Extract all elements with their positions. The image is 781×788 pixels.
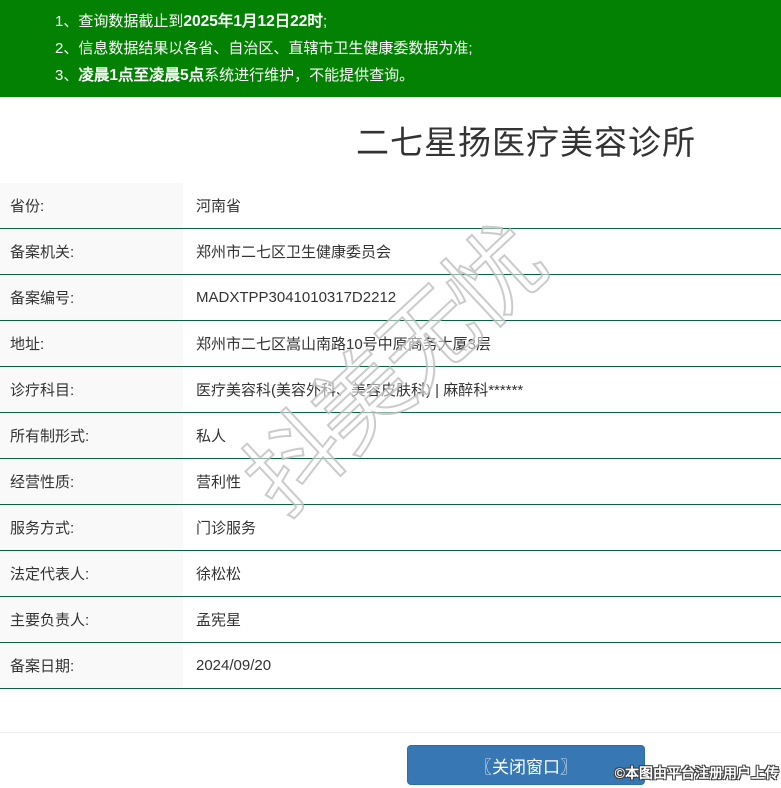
table-row-service-mode: 服务方式: 门诊服务: [0, 505, 781, 551]
copyright-stamp: ©本图由平台注册用户上传: [614, 765, 779, 781]
row-value: 孟宪星: [196, 612, 242, 629]
notice-3-suffix: 系统进行维护，不能提供查询。: [204, 67, 415, 84]
record-table: 省份: 河南省 备案机关: 郑州市二七区卫生健康委员会 备案编号: MADXTP…: [0, 183, 781, 733]
record-page: 1、查询数据截止到2025年1月12日22时; 2、信息数据结果以各省、自治区、…: [0, 0, 781, 788]
notice-1-text: 1、查询数据截止到: [55, 13, 184, 30]
table-row-business-nature: 经营性质: 营利性: [0, 459, 781, 505]
row-value: 徐松松: [196, 566, 242, 583]
notice-line-2: 2、信息数据结果以各省、自治区、直辖市卫生健康委数据为准;: [55, 35, 771, 62]
page-title: 二七星扬医疗美容诊所: [356, 124, 696, 161]
row-label: 地址:: [0, 321, 183, 366]
table-row-legal-representative: 法定代表人: 徐松松: [0, 551, 781, 597]
table-row-ownership-form: 所有制形式: 私人: [0, 413, 781, 459]
row-value: MADXTPP3041010317D2212: [196, 289, 397, 306]
table-row-filing-number: 备案编号: MADXTPP3041010317D2212: [0, 275, 781, 321]
table-row-treatment-subjects: 诊疗科目: 医疗美容科(美容外科、美容皮肤科) | 麻醉科******: [0, 367, 781, 413]
notice-line-3: 3、凌晨1点至凌晨5点系统进行维护，不能提供查询。: [55, 62, 771, 89]
row-label: 备案编号:: [0, 275, 183, 320]
row-label: 主要负责人:: [0, 597, 183, 642]
table-row-empty: [0, 689, 781, 733]
row-label: 所有制形式:: [0, 413, 183, 458]
row-value: 私人: [196, 428, 227, 445]
table-row-filing-authority: 备案机关: 郑州市二七区卫生健康委员会: [0, 229, 781, 275]
row-label: 备案日期:: [0, 643, 183, 688]
notice-3-bold: 凌晨1点至凌晨5点: [78, 67, 205, 84]
row-label: 诊疗科目:: [0, 367, 183, 412]
notice-1-bold: 2025年1月12日22时: [183, 13, 323, 30]
table-row-province: 省份: 河南省: [0, 183, 781, 229]
notice-3-text: 3、: [55, 67, 79, 84]
row-value: 郑州市二七区卫生健康委员会: [196, 244, 392, 261]
row-label: 经营性质:: [0, 459, 183, 504]
row-value: 河南省: [196, 198, 242, 215]
row-label: 省份:: [0, 183, 183, 228]
table-row-address: 地址: 郑州市二七区嵩山南路10号中原商务大厦3层: [0, 321, 781, 367]
row-value: 医疗美容科(美容外科、美容皮肤科) | 麻醉科******: [196, 382, 524, 399]
notice-line-1: 1、查询数据截止到2025年1月12日22时;: [55, 8, 771, 35]
table-row-main-person-in-charge: 主要负责人: 孟宪星: [0, 597, 781, 643]
row-value: 2024/09/20: [196, 657, 272, 674]
row-value: 营利性: [196, 474, 242, 491]
table-row-filing-date: 备案日期: 2024/09/20: [0, 643, 781, 689]
row-label: 服务方式:: [0, 505, 183, 550]
close-window-button[interactable]: 〖关闭窗口〗: [407, 745, 645, 785]
row-value: 郑州市二七区嵩山南路10号中原商务大厦3层: [196, 336, 492, 353]
notice-1-suffix: ;: [322, 13, 328, 30]
notice-bar: 1、查询数据截止到2025年1月12日22时; 2、信息数据结果以各省、自治区、…: [0, 0, 781, 97]
notice-2-text: 2、信息数据结果以各省、自治区、直辖市卫生健康委数据为准;: [55, 40, 473, 57]
row-value: 门诊服务: [196, 520, 257, 537]
row-label: 法定代表人:: [0, 551, 183, 596]
row-label: 备案机关:: [0, 229, 183, 274]
